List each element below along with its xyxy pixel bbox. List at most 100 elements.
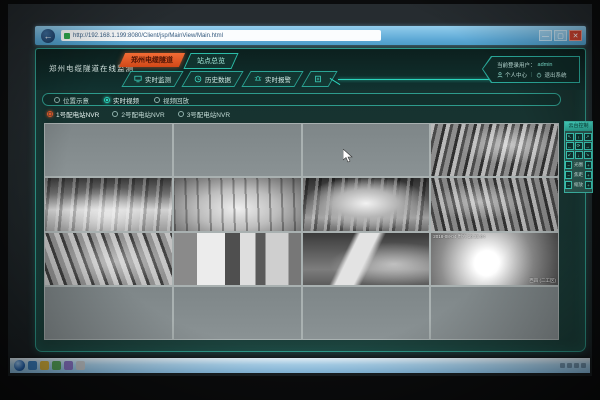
photo-background: ← http://192.168.1.199:8080/Client/jsp/M… [0,0,600,400]
video-tile[interactable] [45,178,172,230]
radio-label: 1号配电站NVR [56,109,99,119]
clipboard-icon [314,75,322,83]
minimize-button[interactable]: — [539,30,552,41]
zoom-label: 缩放 [573,182,584,188]
toolbar-label: 实时监测 [145,74,171,84]
radio-realtime-video[interactable]: 实时视频 [104,95,139,105]
address-bar[interactable]: http://192.168.1.199:8080/Client/jsp/Mai… [61,30,381,41]
radio-icon [104,97,110,103]
history-icon [194,75,202,83]
windows-taskbar [10,358,590,373]
function-toolbar: 实时监测 历史数据 [126,71,333,87]
ptz-up-left-button[interactable]: ↖ [566,133,574,141]
ptz-auto-scan-button[interactable]: ⟳ [575,142,583,150]
radio-label: 2号配电站NVR [121,109,164,119]
login-info: 当前登录用户： admin [497,61,579,69]
ptz-direction-pad: ↖ ↑ ↗ ← ⟳ → ↙ ↓ ↘ [565,133,592,159]
taskbar-browser-icon[interactable] [28,361,37,370]
focus-minus-button[interactable]: − [565,171,572,179]
video-tile[interactable] [431,287,558,339]
toolbar-label: 历史数据 [205,74,231,84]
login-label: 当前登录用户： [497,61,536,69]
video-tile[interactable] [303,233,430,285]
ptz-down-left-button[interactable]: ↙ [566,151,574,159]
video-tile[interactable] [174,233,301,285]
radio-label: 实时视频 [113,95,139,105]
ptz-down-button[interactable]: ↓ [575,151,583,159]
radio-icon [54,97,60,103]
zoom-out-button[interactable]: − [565,181,572,189]
radio-nvr-3[interactable]: 3号配电站NVR [178,109,230,119]
radio-icon [112,111,118,117]
ptz-left-button[interactable]: ← [566,142,574,150]
radio-icon [47,111,53,117]
monitor-icon [134,75,142,83]
main-tabs: 郑州电缆隧道 站点总览 [122,53,235,69]
osd-timestamp: 2018-08-04 周六 10:35:04 [433,234,485,240]
taskbar-folder-icon[interactable] [40,361,49,370]
video-tile[interactable] [303,287,430,339]
header-accent-line [338,79,496,80]
taskbar-app-icon[interactable] [52,361,61,370]
iris-minus-button[interactable]: − [565,161,572,169]
monitor-screen: ← http://192.168.1.199:8080/Client/jsp/M… [8,4,592,376]
toolbar-item-history-data[interactable]: 历史数据 [181,71,243,87]
system-tray[interactable] [560,363,586,368]
radio-video-playback[interactable]: 视频回放 [154,95,189,105]
mouse-cursor [343,149,353,163]
view-mode-bar: 位置示意 实时视频 视频回放 [42,93,561,106]
app-header: 郑州电缆隧道在线监测 郑州电缆隧道 站点总览 [36,49,585,90]
user-panel: 当前登录用户： admin 个人中心 | [482,56,580,83]
radio-label: 视频回放 [163,95,189,105]
zoom-in-button[interactable]: + [585,181,592,189]
logout-link[interactable]: 退出系统 [544,71,566,79]
window-controls: — ▢ ✕ [539,30,582,41]
taskbar-app-icon[interactable] [64,361,73,370]
ptz-iris-row: − 光圈 + [565,161,592,169]
favicon-icon [64,33,70,39]
video-tile[interactable] [303,178,430,230]
separator: | [531,72,532,78]
browser-back-button[interactable]: ← [41,29,55,43]
ptz-control-panel: 云台控制 ↖ ↑ ↗ ← ⟳ → ↙ ↓ ↘ − 光圈 + [564,121,593,193]
video-tile[interactable] [45,233,172,285]
radio-label: 3号配电站NVR [187,109,230,119]
radio-icon [154,97,160,103]
radio-nvr-2[interactable]: 2号配电站NVR [112,109,164,119]
video-tile[interactable] [431,124,558,176]
radio-icon [178,111,184,117]
url-text: http://192.168.1.199:8080/Client/jsp/Mai… [73,33,223,39]
ptz-panel-title: 云台控制 [565,122,592,131]
maximize-button[interactable]: ▢ [554,30,567,41]
tab-cable-tunnel[interactable]: 郑州电缆隧道 [119,53,185,67]
radio-nvr-1[interactable]: 1号配电站NVR [47,109,99,119]
tab-site-overview[interactable]: 站点总览 [183,53,238,69]
radio-location-diagram[interactable]: 位置示意 [54,95,89,105]
ptz-up-right-button[interactable]: ↗ [584,133,592,141]
video-tile[interactable] [431,178,558,230]
username: admin [538,62,553,68]
toolbar-item-realtime-monitor[interactable]: 实时监测 [121,71,183,87]
video-tile[interactable] [303,124,430,176]
ptz-down-right-button[interactable]: ↘ [584,151,592,159]
toolbar-item-realtime-alarm[interactable]: 实时报警 [241,71,303,87]
iris-plus-button[interactable]: + [585,161,592,169]
browser-titlebar: ← http://192.168.1.199:8080/Client/jsp/M… [35,26,586,45]
start-button[interactable] [14,360,25,371]
personal-center-link[interactable]: 个人中心 [505,71,527,79]
close-button[interactable]: ✕ [569,30,582,41]
ptz-zoom-row: − 缩放 + [565,181,592,189]
osd-channel-label: 西四 (二工区) [529,278,556,284]
tab-label: 站点总览 [197,56,225,66]
video-tile[interactable]: 2018-08-04 周六 10:35:04 西四 (二工区) [431,233,558,285]
taskbar-app-icon[interactable] [76,361,85,370]
video-tile[interactable] [174,287,301,339]
video-tile[interactable] [174,178,301,230]
focus-plus-button[interactable]: + [585,171,592,179]
video-tile[interactable] [45,124,172,176]
iris-label: 光圈 [573,162,584,168]
video-tile[interactable] [174,124,301,176]
ptz-right-button[interactable]: → [584,142,592,150]
video-tile[interactable] [45,287,172,339]
ptz-up-button[interactable]: ↑ [575,133,583,141]
